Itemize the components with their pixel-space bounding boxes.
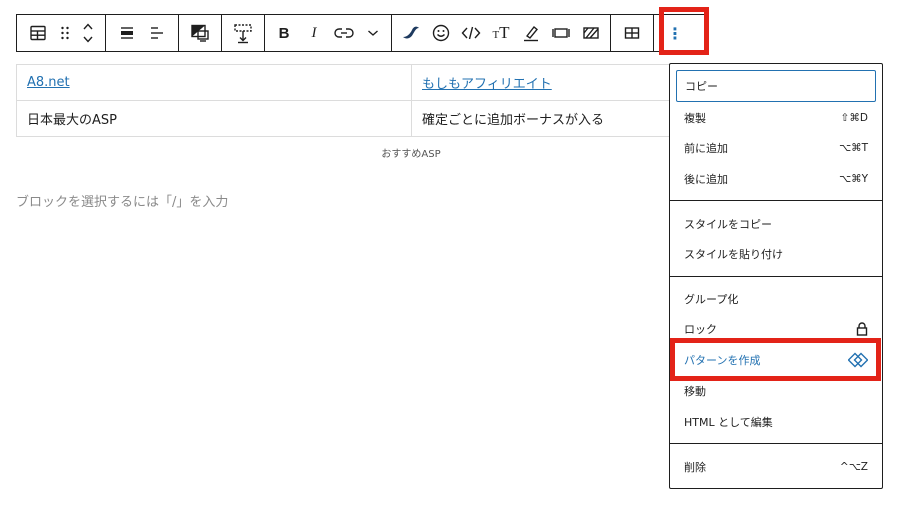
highlight-button[interactable] <box>516 15 546 51</box>
align-left-icon <box>151 27 163 39</box>
menu-item-insert-after[interactable]: 後に追加 ⌥⌘Y <box>676 163 876 195</box>
move-up-down-icon <box>83 23 93 43</box>
more-options-icon: ⋮ <box>667 23 683 43</box>
strikethrough-icon <box>583 27 599 39</box>
table-row: 日本最大のASP 確定ごとに追加ボーナスが入る <box>16 100 670 137</box>
lock-icon <box>856 322 868 336</box>
toolbar-group-table <box>611 15 654 51</box>
menu-item-label: パターンを作成 <box>684 354 761 367</box>
menu-item-label: HTML として編集 <box>684 416 773 429</box>
menu-item-copy-styles[interactable]: スタイルをコピー <box>676 208 876 240</box>
move-up-down-button[interactable] <box>75 15 101 51</box>
menu-item-label: 後に追加 <box>684 173 728 186</box>
menu-item-shortcut: ⌥⌘T <box>838 142 868 154</box>
block-placeholder[interactable]: ブロックを選択するには「/」を入力 <box>16 191 228 210</box>
menu-item-copy[interactable]: コピー <box>676 70 876 102</box>
italic-icon: I <box>311 24 317 41</box>
menu-item-label: コピー <box>685 80 718 93</box>
link-button[interactable] <box>329 15 359 51</box>
menu-item-shortcut: ⌥⌘Y <box>838 173 868 185</box>
table-edit-icon <box>624 27 640 39</box>
menu-item-label: 移動 <box>684 385 706 398</box>
emoji-icon <box>432 24 450 42</box>
more-options-button[interactable]: ⋮ <box>656 15 694 51</box>
toolbar-group-more: ⋮ <box>654 15 696 51</box>
menu-item-edit-html[interactable]: HTML として編集 <box>676 406 876 438</box>
font-size-icon: TT <box>492 23 510 42</box>
toolbar-group-duotone <box>179 15 222 51</box>
menu-item-label: 前に追加 <box>684 142 728 155</box>
table-block-icon <box>30 25 46 41</box>
table-cell-link[interactable]: もしもアフィリエイト <box>422 77 552 92</box>
menu-item-delete[interactable]: 削除 ^⌥Z <box>676 451 876 483</box>
menu-item-label: 削除 <box>684 461 706 474</box>
keyboard-button[interactable] <box>546 15 576 51</box>
highlight-icon <box>524 25 538 42</box>
link-icon <box>334 28 354 38</box>
menu-item-paste-styles[interactable]: スタイルを貼り付け <box>676 238 876 270</box>
more-format-button[interactable] <box>359 15 387 51</box>
menu-item-create-pattern[interactable]: パターンを作成 <box>676 344 876 376</box>
menu-item-group[interactable]: グループ化 <box>676 283 876 315</box>
menu-item-shortcut: ⇧⌘D <box>840 112 868 124</box>
menu-item-label: グループ化 <box>684 293 739 306</box>
table-edit-button[interactable] <box>617 15 647 51</box>
emoji-button[interactable] <box>426 15 456 51</box>
table-row: A8.net もしもアフィリエイト <box>16 64 670 101</box>
code-button[interactable] <box>456 15 486 51</box>
font-size-button[interactable]: TT <box>486 15 516 51</box>
strikethrough-button[interactable] <box>576 15 606 51</box>
drag-handle-button[interactable] <box>55 15 75 51</box>
toolbar-group-format: B I <box>265 15 392 51</box>
table-cell[interactable]: 日本最大のASP <box>16 100 412 137</box>
align-left-button[interactable] <box>142 15 172 51</box>
bold-icon: B <box>278 24 290 42</box>
spacing-icon <box>234 24 252 44</box>
toolbar-group-align <box>106 15 179 51</box>
menu-divider <box>670 200 882 201</box>
bold-button[interactable]: B <box>269 15 299 51</box>
duotone-icon <box>191 24 209 42</box>
menu-item-label: ロック <box>684 323 717 336</box>
menu-divider <box>670 276 882 277</box>
toolbar-group-block <box>17 15 106 51</box>
toolbar-group-extra: TT <box>392 15 611 51</box>
table-cell[interactable]: もしもアフィリエイト <box>411 64 670 101</box>
menu-item-move[interactable]: 移動 <box>676 375 876 407</box>
pattern-diamond-icon <box>848 352 868 368</box>
data-table: A8.net もしもアフィリエイト 日本最大のASP 確定ごとに追加ボーナスが入… <box>16 64 670 137</box>
block-options-menu: コピー 複製 ⇧⌘D 前に追加 ⌥⌘T 後に追加 ⌥⌘Y スタイルをコピー スタ… <box>669 63 883 489</box>
drag-handle-icon <box>61 26 69 40</box>
menu-item-shortcut: ^⌥Z <box>839 461 868 473</box>
spacing-button[interactable] <box>228 15 258 51</box>
chevron-down-icon <box>368 30 378 36</box>
menu-item-label: スタイルを貼り付け <box>684 248 783 261</box>
table-cell[interactable]: 確定ごとに追加ボーナスが入る <box>411 100 670 137</box>
menu-item-label: スタイルをコピー <box>684 218 772 231</box>
code-icon <box>461 26 481 40</box>
table-cell-link[interactable]: A8.net <box>27 75 70 90</box>
keyboard-icon <box>552 28 570 38</box>
align-full-button[interactable] <box>112 15 142 51</box>
menu-item-label: 複製 <box>684 112 706 125</box>
menu-item-insert-before[interactable]: 前に追加 ⌥⌘T <box>676 132 876 164</box>
toolbar-group-spacing <box>222 15 265 51</box>
table-block-button[interactable] <box>21 15 55 51</box>
block-toolbar: B I TT ⋮ <box>16 14 707 52</box>
wave-icon <box>403 26 419 39</box>
menu-item-lock[interactable]: ロック <box>676 313 876 345</box>
align-full-icon <box>121 27 133 39</box>
duotone-button[interactable] <box>183 15 217 51</box>
italic-button[interactable]: I <box>299 15 329 51</box>
table-cell[interactable]: A8.net <box>16 64 412 101</box>
menu-item-duplicate[interactable]: 複製 ⇧⌘D <box>676 102 876 134</box>
menu-divider <box>670 443 882 444</box>
wave-button[interactable] <box>396 15 426 51</box>
